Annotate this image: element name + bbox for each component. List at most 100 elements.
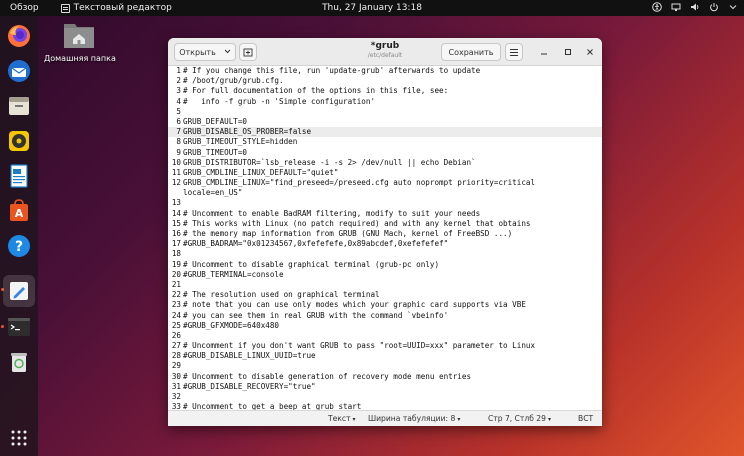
editor-line[interactable]: 33 # Uncomment to get a beep at grub star… — [168, 402, 602, 410]
line-text[interactable]: # This works with Linux (no patch requir… — [182, 219, 530, 229]
line-text[interactable]: # The resolution used on graphical termi… — [182, 290, 380, 300]
line-text[interactable]: # Uncomment to get a beep at grub start — [182, 402, 361, 410]
close-button[interactable] — [584, 46, 596, 58]
editor-line[interactable]: 16 # the memory map information from GRUB… — [168, 229, 602, 239]
software-launcher[interactable]: A — [5, 197, 33, 225]
maximize-button[interactable] — [562, 46, 574, 58]
editor-line[interactable]: 8 GRUB_TIMEOUT_STYLE=hidden — [168, 137, 602, 147]
editor-line[interactable]: 26 — [168, 331, 602, 341]
open-button[interactable]: Открыть — [174, 43, 236, 61]
line-text[interactable]: # Uncomment if you don't want GRUB to pa… — [182, 341, 535, 351]
editor-line[interactable]: 10 GRUB_DISTRIBUTOR=`lsb_release -i -s 2>… — [168, 158, 602, 168]
files-launcher[interactable] — [5, 92, 33, 120]
rhythmbox-launcher[interactable] — [5, 127, 33, 155]
insert-mode[interactable]: ВСТ — [578, 414, 593, 423]
line-text[interactable] — [182, 361, 183, 371]
editor-line[interactable]: 11 GRUB_CMDLINE_LINUX_DEFAULT="quiet" — [168, 168, 602, 178]
show-apps-button[interactable] — [5, 424, 33, 452]
line-text[interactable]: # If you change this file, run 'update-g… — [182, 66, 480, 76]
line-text[interactable]: # info -f grub -n 'Simple configuration' — [182, 97, 375, 107]
line-text[interactable]: GRUB_CMDLINE_LINUX_DEFAULT="quiet" — [182, 168, 338, 178]
editor-line[interactable]: 7 GRUB_DISABLE_OS_PROBER=false — [168, 127, 602, 138]
editor-line[interactable]: 15 # This works with Linux (no patch requ… — [168, 219, 602, 229]
line-text[interactable]: # note that you can use only modes which… — [182, 300, 526, 310]
network-icon[interactable] — [671, 2, 681, 12]
line-text[interactable]: GRUB_DISABLE_OS_PROBER=false — [182, 127, 311, 137]
editor-line[interactable]: 4 # info -f grub -n 'Simple configuration… — [168, 97, 602, 107]
line-text[interactable]: # For full documentation of the options … — [182, 86, 448, 96]
main-menu-button[interactable] — [505, 43, 523, 61]
editor-line[interactable]: 14 # Uncomment to enable BadRAM filtering… — [168, 209, 602, 219]
firefox-launcher[interactable] — [5, 22, 33, 50]
system-tray[interactable] — [652, 2, 738, 12]
line-text[interactable]: GRUB_CMDLINE_LINUX="find_preseed=/presee… — [182, 178, 535, 188]
editor-line[interactable]: 31 #GRUB_DISABLE_RECOVERY="true" — [168, 382, 602, 392]
line-text[interactable] — [182, 198, 183, 208]
line-text[interactable]: #GRUB_TERMINAL=console — [182, 270, 284, 280]
line-text[interactable]: #GRUB_DISABLE_LINUX_UUID=true — [182, 351, 316, 361]
line-text[interactable]: # the memory map information from GRUB (… — [182, 229, 512, 239]
editor-line[interactable]: 3 # For full documentation of the options… — [168, 86, 602, 96]
editor-line[interactable]: 25 #GRUB_GFXMODE=640x480 — [168, 321, 602, 331]
editor-line[interactable]: 19 # Uncomment to disable graphical termi… — [168, 260, 602, 270]
line-text[interactable]: GRUB_TIMEOUT_STYLE=hidden — [182, 137, 297, 147]
line-text[interactable]: # Uncomment to disable graphical termina… — [182, 260, 439, 270]
editor-line[interactable]: 29 — [168, 361, 602, 371]
editor-line[interactable]: 24 # you can see them in real GRUB with t… — [168, 311, 602, 321]
editor-line[interactable]: 28 #GRUB_DISABLE_LINUX_UUID=true — [168, 351, 602, 361]
line-text[interactable] — [182, 392, 183, 402]
accessibility-icon[interactable] — [652, 2, 662, 12]
editor-line[interactable]: 27 # Uncomment if you don't want GRUB to … — [168, 341, 602, 351]
line-text[interactable] — [182, 331, 183, 341]
minimize-button[interactable] — [538, 46, 550, 58]
editor-line[interactable]: 12 GRUB_CMDLINE_LINUX="find_preseed=/pres… — [168, 178, 602, 188]
editor-line[interactable]: 9 GRUB_TIMEOUT=0 — [168, 148, 602, 158]
desktop-home-folder[interactable]: Домашняя папка — [44, 20, 116, 63]
save-button[interactable]: Сохранить — [441, 43, 501, 61]
line-text[interactable] — [182, 249, 183, 259]
editor-line[interactable]: 23 # note that you can use only modes whi… — [168, 300, 602, 310]
line-text[interactable]: # /boot/grub/grub.cfg. — [182, 76, 284, 86]
line-text[interactable]: GRUB_DEFAULT=0 — [182, 117, 247, 127]
line-text[interactable]: # Uncomment to disable generation of rec… — [182, 372, 471, 382]
terminal-launcher[interactable] — [5, 313, 33, 341]
editor-line[interactable]: 32 — [168, 392, 602, 402]
line-text[interactable] — [182, 107, 183, 117]
editor-line[interactable]: 22 # The resolution used on graphical ter… — [168, 290, 602, 300]
line-text[interactable]: GRUB_TIMEOUT=0 — [182, 148, 247, 158]
header-bar[interactable]: Открыть *grub /etc/default Сохранить — [168, 38, 602, 66]
line-text[interactable]: # Uncomment to enable BadRAM filtering, … — [182, 209, 480, 219]
text-view[interactable]: 1 # If you change this file, run 'update-… — [168, 66, 602, 410]
new-document-button[interactable] — [239, 43, 257, 61]
trash-launcher[interactable] — [5, 348, 33, 376]
text-editor-launcher[interactable] — [3, 275, 35, 307]
line-text[interactable]: # you can see them in real GRUB with the… — [182, 311, 448, 321]
editor-line[interactable]: 5 — [168, 107, 602, 117]
editor-line[interactable]: 20 #GRUB_TERMINAL=console — [168, 270, 602, 280]
thunderbird-launcher[interactable] — [5, 57, 33, 85]
help-launcher[interactable]: ? — [5, 232, 33, 260]
editor-line[interactable]: 6 GRUB_DEFAULT=0 — [168, 117, 602, 127]
cursor-position[interactable]: Стр 7, Стлб 29 ▾ — [488, 414, 551, 423]
editor-line[interactable]: 30 # Uncomment to disable generation of r… — [168, 372, 602, 382]
editor-line[interactable]: 17 #GRUB_BADRAM="0x01234567,0xfefefefe,0x… — [168, 239, 602, 249]
writer-launcher[interactable] — [5, 162, 33, 190]
editor-line[interactable]: 13 — [168, 198, 602, 208]
editor-line[interactable]: 2 # /boot/grub/grub.cfg. — [168, 76, 602, 86]
line-text[interactable] — [182, 280, 183, 290]
language-selector[interactable]: Текст ▾ — [328, 414, 356, 423]
line-text[interactable]: #GRUB_GFXMODE=640x480 — [182, 321, 279, 331]
line-text[interactable]: #GRUB_DISABLE_RECOVERY="true" — [182, 382, 316, 392]
editor-line[interactable]: 18 — [168, 249, 602, 259]
line-text[interactable]: GRUB_DISTRIBUTOR=`lsb_release -i -s 2> /… — [182, 158, 476, 168]
editor-line[interactable]: locale=en_US" — [168, 188, 602, 198]
volume-icon[interactable] — [690, 2, 700, 12]
tab-width-selector[interactable]: Ширина табуляции: 8 ▾ — [368, 414, 460, 423]
editor-line[interactable]: 21 — [168, 280, 602, 290]
app-menu[interactable]: Текстовый редактор — [60, 3, 172, 13]
line-text[interactable]: #GRUB_BADRAM="0x01234567,0xfefefefe,0x89… — [182, 239, 448, 249]
editor-line[interactable]: 1 # If you change this file, run 'update-… — [168, 66, 602, 76]
chevron-down-icon[interactable] — [728, 2, 738, 12]
power-icon[interactable] — [709, 2, 719, 12]
line-text[interactable]: locale=en_US" — [182, 188, 242, 198]
